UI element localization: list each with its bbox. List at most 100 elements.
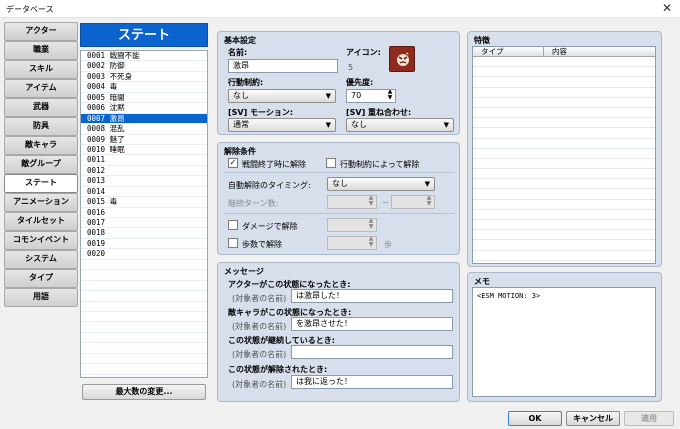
tab-item[interactable]: システム (4, 250, 78, 269)
list-item[interactable]: 0001 戦闘不能 (81, 51, 207, 62)
spin-arrows-icon[interactable]: ▲ ▼ (367, 219, 375, 230)
close-icon[interactable]: ✕ (662, 1, 672, 15)
list-item[interactable]: 0008 混乱 (81, 124, 207, 135)
tab-item[interactable]: スキル (4, 60, 78, 79)
list-item-empty[interactable] (81, 291, 207, 302)
list-item-empty[interactable] (81, 270, 207, 281)
list-item-empty[interactable] (81, 302, 207, 312)
tab-item[interactable]: アクター (4, 22, 78, 41)
table-row[interactable] (473, 108, 655, 119)
removed-message-input[interactable]: は我に返った！ (291, 375, 453, 389)
list-item-empty[interactable] (81, 281, 207, 292)
table-row[interactable] (473, 230, 655, 241)
table-row[interactable] (473, 128, 655, 139)
list-item-empty[interactable] (81, 260, 207, 271)
table-row[interactable] (473, 57, 655, 68)
list-item-empty[interactable] (81, 364, 207, 375)
list-item-empty[interactable] (81, 322, 207, 333)
actor-message-input[interactable]: は激昂した！ (291, 289, 453, 303)
traits-col-type[interactable]: タイプ (481, 47, 504, 57)
list-item[interactable]: 0006 沈黙 (81, 103, 207, 114)
state-icon-button[interactable] (389, 46, 415, 72)
list-item-empty[interactable] (81, 312, 207, 323)
list-item[interactable]: 0014 (81, 187, 207, 198)
table-row[interactable] (473, 189, 655, 200)
list-item[interactable]: 0016 (81, 208, 207, 218)
memo-textarea[interactable]: <ESM MOTION: 3> (472, 287, 656, 397)
tab-item[interactable]: タイプ (4, 269, 78, 288)
table-row[interactable] (473, 149, 655, 159)
damage-checkbox[interactable] (228, 220, 238, 230)
spin-arrows-icon[interactable]: ▲ ▼ (367, 237, 375, 248)
cancel-button[interactable]: キャンセル (566, 411, 620, 426)
table-row[interactable] (473, 98, 655, 108)
auto-timing-select[interactable]: なし ▼ (327, 177, 435, 191)
list-item[interactable]: 0010 睡眠 (81, 145, 207, 156)
list-item-empty[interactable] (81, 343, 207, 354)
spin-arrows-icon[interactable]: ▲ ▼ (425, 196, 433, 207)
list-item[interactable]: 0019 (81, 239, 207, 250)
tab-item[interactable]: タイルセット (4, 212, 78, 231)
name-input[interactable]: 激昂 (228, 59, 338, 73)
restriction-select[interactable]: なし ▼ (228, 89, 336, 103)
list-item[interactable]: 0020 (81, 249, 207, 260)
enemy-message-input[interactable]: を激昂させた！ (291, 317, 453, 331)
tab-item[interactable]: アニメーション (4, 193, 78, 212)
apply-button[interactable]: 適用 (624, 411, 674, 426)
list-item[interactable]: 0002 防御 (81, 61, 207, 72)
list-item[interactable]: 0018 (81, 228, 207, 239)
list-item[interactable]: 0013 (81, 176, 207, 187)
table-row[interactable] (473, 210, 655, 220)
tab-item[interactable]: アイテム (4, 79, 78, 98)
table-row[interactable] (473, 77, 655, 88)
list-item[interactable]: 0004 毒 (81, 82, 207, 93)
table-row[interactable] (473, 251, 655, 261)
steps-stepper[interactable]: ▲ ▼ (327, 236, 377, 250)
list-item[interactable]: 0009 魅了 (81, 135, 207, 145)
list-item[interactable]: 0005 暗闇 (81, 93, 207, 104)
battle-end-checkbox[interactable]: ✓ (228, 158, 238, 168)
list-item[interactable]: 0011 (81, 155, 207, 166)
list-item[interactable]: 0015 毒 (81, 197, 207, 208)
turns-min-stepper[interactable]: ▲ ▼ (327, 195, 377, 209)
tab-item[interactable]: 敵グループ (4, 155, 78, 174)
table-row[interactable] (473, 67, 655, 78)
restriction-remove-checkbox[interactable] (326, 158, 336, 168)
traits-table[interactable]: タイプ 内容 (472, 46, 656, 264)
priority-stepper[interactable]: 70 ▲ ▼ (346, 89, 396, 103)
tab-item[interactable]: 用語 (4, 288, 78, 307)
tab-item[interactable]: 防具 (4, 117, 78, 136)
change-max-button[interactable]: 最大数の変更... (82, 384, 206, 400)
ok-button[interactable]: OK (508, 411, 562, 426)
table-row[interactable] (473, 118, 655, 129)
tab-item[interactable]: 職業 (4, 41, 78, 60)
table-row[interactable] (473, 139, 655, 149)
tab-item[interactable]: 武器 (4, 98, 78, 117)
tab-item[interactable]: ステート (4, 174, 78, 193)
traits-col-content[interactable]: 内容 (543, 47, 567, 57)
table-row[interactable] (473, 88, 655, 98)
table-row[interactable] (473, 220, 655, 231)
damage-stepper[interactable]: ▲ ▼ (327, 218, 377, 232)
overlay-select[interactable]: なし ▼ (346, 118, 454, 132)
table-row[interactable] (473, 179, 655, 190)
table-row[interactable] (473, 240, 655, 251)
list-item-empty[interactable] (81, 333, 207, 344)
table-row[interactable] (473, 200, 655, 210)
list-item[interactable]: 0003 不死身 (81, 72, 207, 83)
list-item[interactable]: 0007 激昂 (81, 113, 207, 125)
list-item-empty[interactable] (81, 354, 207, 365)
table-row[interactable] (473, 169, 655, 180)
spin-arrows-icon[interactable]: ▲ ▼ (367, 196, 375, 207)
tab-item[interactable]: 敵キャラ (4, 136, 78, 155)
list-item[interactable]: 0012 (81, 166, 207, 177)
table-row[interactable] (473, 159, 655, 170)
turns-max-stepper[interactable]: ▲ ▼ (391, 195, 435, 209)
steps-checkbox[interactable] (228, 238, 238, 248)
state-list[interactable]: 0001 戦闘不能 0002 防御 0003 不死身 0004 毒 0005 暗闇 000… (80, 50, 208, 378)
list-item[interactable]: 0017 (81, 218, 207, 229)
persist-message-input[interactable] (291, 345, 453, 359)
tab-item[interactable]: コモンイベント (4, 231, 78, 250)
motion-select[interactable]: 通常 ▼ (228, 118, 336, 132)
spin-arrows-icon[interactable]: ▲ ▼ (386, 90, 394, 101)
